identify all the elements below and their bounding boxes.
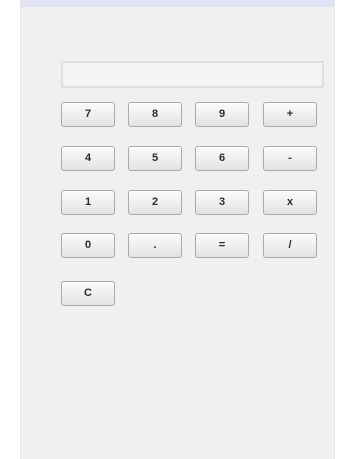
- window-top-strip: [21, 0, 334, 7]
- calculator-window: 7 8 9 + 4 5 6 - 1 2 3 x 0 . = / C: [20, 0, 335, 459]
- clear-button[interactable]: C: [61, 281, 115, 306]
- key-9[interactable]: 9: [195, 102, 249, 127]
- key-1[interactable]: 1: [61, 190, 115, 215]
- minus-button[interactable]: -: [263, 146, 317, 171]
- divide-button[interactable]: /: [263, 233, 317, 258]
- equals-button[interactable]: =: [195, 233, 249, 258]
- key-0[interactable]: 0: [61, 233, 115, 258]
- multiply-button[interactable]: x: [263, 190, 317, 215]
- key-8[interactable]: 8: [128, 102, 182, 127]
- key-7[interactable]: 7: [61, 102, 115, 127]
- key-6[interactable]: 6: [195, 146, 249, 171]
- key-2[interactable]: 2: [128, 190, 182, 215]
- calculator-display[interactable]: [61, 61, 324, 88]
- key-4[interactable]: 4: [61, 146, 115, 171]
- key-3[interactable]: 3: [195, 190, 249, 215]
- decimal-point-button[interactable]: .: [128, 233, 182, 258]
- key-5[interactable]: 5: [128, 146, 182, 171]
- plus-button[interactable]: +: [263, 102, 317, 127]
